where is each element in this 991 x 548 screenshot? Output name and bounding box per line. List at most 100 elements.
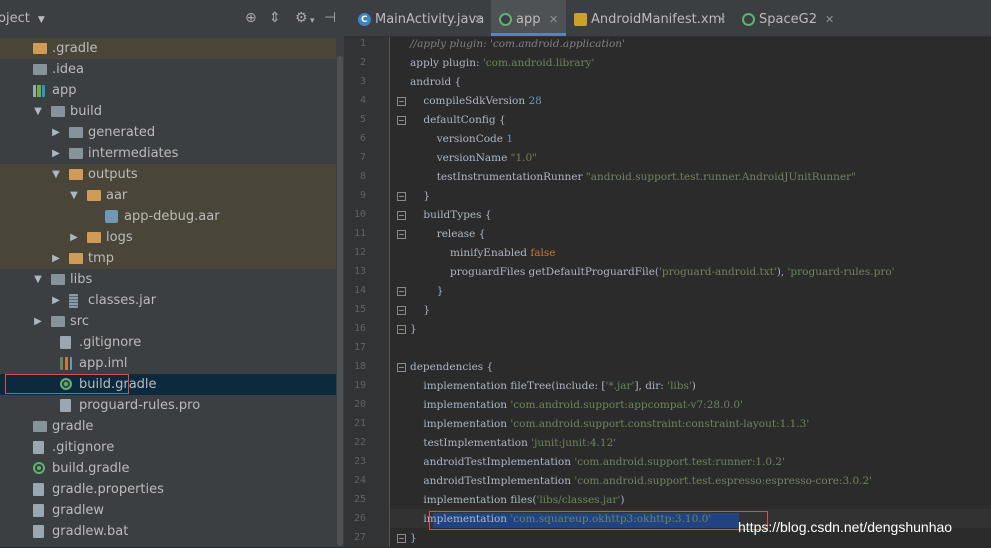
close-icon[interactable]: ✕ bbox=[825, 0, 834, 40]
file-icon bbox=[33, 441, 44, 454]
tree-item[interactable]: .gradle bbox=[0, 38, 336, 59]
tree-item[interactable]: gradle bbox=[0, 416, 336, 437]
tree-item-label: outputs bbox=[88, 167, 138, 182]
jar-file-icon bbox=[69, 294, 78, 308]
editor-tab[interactable]: app ✕ bbox=[491, 0, 566, 36]
hide-panel-icon[interactable]: ⊣ bbox=[324, 10, 336, 26]
tree-item[interactable]: ▶ classes.jar bbox=[0, 290, 336, 311]
fold-marker-icon[interactable] bbox=[397, 287, 406, 296]
close-icon[interactable]: ✕ bbox=[549, 0, 558, 40]
tree-item[interactable]: ▶ src bbox=[0, 311, 336, 332]
project-header: oject ▼ ⊕ ⇕ ⚙ ▾ ⊣ bbox=[0, 0, 344, 39]
code-token: implementation bbox=[410, 399, 511, 411]
editor-tab[interactable]: MainActivity.java✕ bbox=[350, 0, 491, 40]
code-token: versionCode bbox=[410, 133, 507, 145]
tree-item-label: intermediates bbox=[88, 146, 179, 161]
gear-chevron-icon[interactable]: ▾ bbox=[310, 13, 315, 29]
close-icon[interactable]: ✕ bbox=[717, 0, 726, 40]
expand-right-icon[interactable]: ▶ bbox=[33, 311, 43, 332]
fold-marker-icon[interactable] bbox=[397, 325, 406, 334]
tree-item-label: tmp bbox=[88, 251, 115, 266]
code-token: } bbox=[410, 532, 417, 544]
tree-item[interactable]: app.iml bbox=[0, 353, 336, 374]
editor-tab-label: SpaceG2 bbox=[759, 12, 817, 27]
code-line: proguardFiles getDefaultProguardFile('pr… bbox=[410, 263, 895, 282]
line-number: 2 bbox=[359, 57, 366, 68]
chevron-down-icon: ▼ bbox=[37, 15, 45, 25]
code-line: implementation files('libs/classes.jar') bbox=[410, 491, 624, 510]
tree-item[interactable]: ▼ libs bbox=[0, 269, 336, 290]
tree-item[interactable]: .gitignore bbox=[0, 332, 336, 353]
code-line: implementation fileTree(include: ['*.jar… bbox=[410, 377, 696, 396]
tree-item[interactable]: proguard-rules.pro bbox=[0, 395, 336, 416]
project-scrollbar[interactable] bbox=[336, 38, 344, 547]
expand-down-icon[interactable]: ▼ bbox=[69, 185, 79, 206]
expand-right-icon[interactable]: ▶ bbox=[51, 248, 61, 269]
editor-tab[interactable]: SpaceG2 ✕ bbox=[734, 0, 842, 36]
tree-item[interactable]: ▼ build bbox=[0, 101, 336, 122]
line-number: 8 bbox=[359, 171, 366, 182]
expand-down-icon[interactable]: ▼ bbox=[33, 269, 43, 290]
gradle-icon bbox=[33, 462, 45, 474]
tree-item[interactable]: gradle.properties bbox=[0, 479, 336, 500]
code-editor[interactable]: //apply plugin: 'com.android.application… bbox=[410, 37, 991, 547]
line-number: 16 bbox=[353, 323, 366, 334]
fold-marker-icon[interactable] bbox=[397, 211, 406, 220]
fold-marker-icon[interactable] bbox=[397, 192, 406, 201]
tree-item-label: logs bbox=[106, 230, 133, 245]
code-token: ], dir: bbox=[634, 380, 668, 392]
fold-marker-icon[interactable] bbox=[397, 363, 406, 372]
editor-gutter: 1 2 3 4 5 6 7 8 9 10 11 12 13 14 15 16 17 18 19 20 21 22 23 24 2… bbox=[344, 37, 390, 547]
close-icon[interactable]: ✕ bbox=[474, 0, 483, 40]
code-line: } bbox=[410, 187, 430, 206]
sync-target-icon[interactable]: ⊕ bbox=[245, 10, 257, 26]
code-token: false bbox=[530, 247, 556, 259]
fold-marker-icon[interactable] bbox=[397, 534, 406, 543]
tree-item[interactable]: app bbox=[0, 80, 336, 101]
code-token: apply plugin: bbox=[410, 57, 483, 69]
tree-item-label: .gradle bbox=[52, 41, 98, 56]
expand-right-icon[interactable]: ▶ bbox=[51, 143, 61, 164]
fold-marker-icon[interactable] bbox=[397, 97, 406, 106]
tree-item[interactable]: build.gradle bbox=[0, 458, 336, 479]
fold-marker-icon[interactable] bbox=[397, 116, 406, 125]
tree-item[interactable]: ▼ aar bbox=[0, 185, 336, 206]
tree-item[interactable]: ▶ logs bbox=[0, 227, 336, 248]
line-number: 18 bbox=[353, 361, 366, 372]
tree-item[interactable]: .idea bbox=[0, 59, 336, 80]
tree-item-label: generated bbox=[88, 125, 156, 140]
tree-item[interactable]: ▼ outputs bbox=[0, 164, 336, 185]
tree-item[interactable]: ▶ tmp bbox=[0, 248, 336, 269]
folder-orange-icon bbox=[87, 190, 101, 201]
expand-right-icon[interactable]: ▶ bbox=[51, 122, 61, 143]
project-view-selector[interactable]: oject ▼ bbox=[0, 11, 45, 26]
line-number: 4 bbox=[359, 95, 366, 106]
tree-item[interactable]: gradlew bbox=[0, 500, 336, 521]
tree-item[interactable]: ▶ generated bbox=[0, 122, 336, 143]
expand-right-icon[interactable]: ▶ bbox=[51, 290, 61, 311]
code-token: "1.0" bbox=[510, 152, 538, 164]
gear-icon[interactable]: ⚙ bbox=[295, 10, 308, 26]
code-token: } bbox=[410, 285, 444, 297]
expand-right-icon[interactable]: ▶ bbox=[69, 227, 79, 248]
tree-item[interactable]: gradlew.bat bbox=[0, 521, 336, 542]
collapse-expand-icon[interactable]: ⇕ bbox=[269, 10, 281, 26]
editor-tab[interactable]: AndroidManifest.xml ✕ bbox=[566, 0, 734, 36]
tree-item[interactable]: app-debug.aar bbox=[0, 206, 336, 227]
folder-icon bbox=[69, 127, 83, 138]
tree-item-label: aar bbox=[106, 188, 128, 203]
tree-item-label: build.gradle bbox=[52, 461, 130, 476]
scrollbar-thumb[interactable] bbox=[337, 56, 343, 546]
fold-marker-icon[interactable] bbox=[397, 230, 406, 239]
tree-item[interactable]: build.gradle bbox=[0, 374, 336, 395]
fold-marker-icon[interactable] bbox=[397, 306, 406, 315]
code-line: versionName "1.0" bbox=[410, 149, 537, 168]
tree-item[interactable]: ▶ intermediates bbox=[0, 143, 336, 164]
folder-orange-icon bbox=[33, 43, 47, 54]
expand-down-icon[interactable]: ▼ bbox=[33, 101, 43, 122]
tree-item[interactable]: .gitignore bbox=[0, 437, 336, 458]
tree-item-label: .gitignore bbox=[79, 335, 142, 350]
line-number: 7 bbox=[359, 152, 366, 163]
expand-down-icon[interactable]: ▼ bbox=[51, 164, 61, 185]
code-token: androidTestImplementation bbox=[410, 456, 575, 468]
